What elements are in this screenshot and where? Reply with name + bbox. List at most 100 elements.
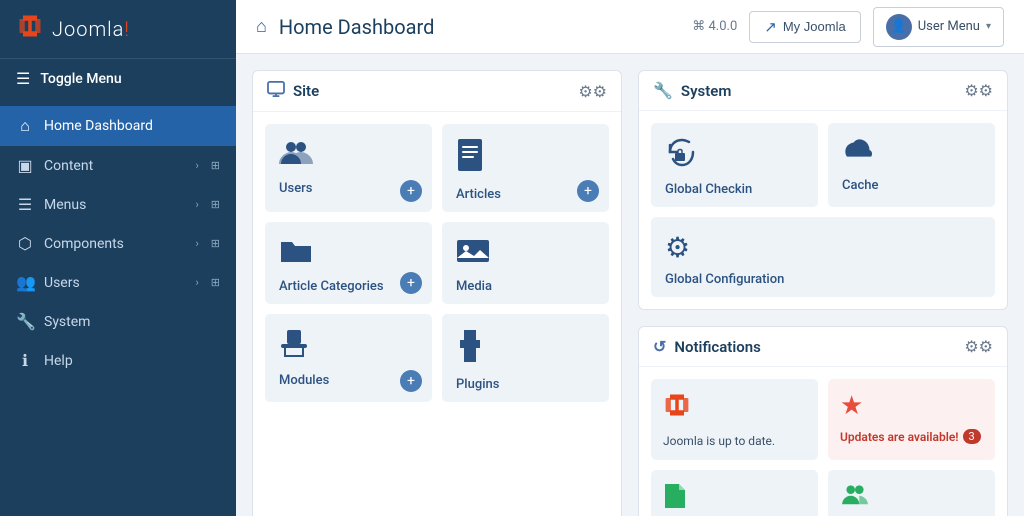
sidebar-item-label: Users <box>44 275 185 291</box>
users-tile-label: Users <box>279 181 312 196</box>
help-icon: ℹ <box>16 351 34 370</box>
notifications-panel-settings-icon[interactable]: ⚙⚙ <box>964 337 993 356</box>
users-tile-add-button[interactable]: + <box>400 180 422 202</box>
system-panel-title: 🔧 System <box>653 81 731 100</box>
plugins-tile-label: Plugins <box>456 377 499 392</box>
home-icon: ⌂ <box>16 116 34 136</box>
system-panel: 🔧 System ⚙⚙ Global Checkin <box>638 70 1008 310</box>
global-checkin-tile[interactable]: Global Checkin <box>651 123 818 207</box>
sidebar: Joomla! ☰ Toggle Menu ⌂ Home Dashboard ▣… <box>0 0 236 516</box>
arrow-icon: › <box>195 159 198 172</box>
logo: Joomla! <box>0 0 236 59</box>
sidebar-item-label: Content <box>44 158 185 174</box>
global-checkin-icon <box>665 137 695 174</box>
arrow-icon: › <box>195 198 198 211</box>
users-icon: 👥 <box>16 273 34 292</box>
updates-available-tile: ★ Updates are available! 3 <box>828 379 995 460</box>
grid-icon: ⊞ <box>211 237 220 250</box>
users-privacy-icon <box>840 482 870 513</box>
media-tile-label: Media <box>456 279 492 294</box>
modules-tile[interactable]: Modules + <box>265 314 432 402</box>
sidebar-item-label: System <box>44 314 220 330</box>
my-joomla-label: My Joomla <box>783 19 846 34</box>
sidebar-item-menus[interactable]: ☰ Menus › ⊞ <box>0 185 236 224</box>
system-icon: 🔧 <box>16 312 34 331</box>
media-tile[interactable]: Media <box>442 222 609 304</box>
sidebar-item-label: Components <box>44 236 185 252</box>
global-configuration-label: Global Configuration <box>665 272 784 287</box>
components-icon: ⬡ <box>16 234 34 253</box>
right-column: 🔧 System ⚙⚙ Global Checkin <box>638 70 1008 516</box>
global-configuration-tile[interactable]: ⚙ Global Configuration <box>651 217 995 297</box>
dashboard-content: Site ⚙⚙ Users + Articles + <box>236 54 1024 516</box>
joomla-logo-icon <box>16 12 44 46</box>
article-categories-tile-add-button[interactable]: + <box>400 272 422 294</box>
articles-tile-icon <box>456 138 484 179</box>
user-menu-label: User Menu <box>918 19 980 34</box>
grid-icon: ⊞ <box>211 159 220 172</box>
site-panel-settings-icon[interactable]: ⚙⚙ <box>578 82 607 101</box>
external-link-icon: ↗ <box>764 18 777 36</box>
my-joomla-button[interactable]: ↗ My Joomla <box>749 11 860 43</box>
updates-count-badge: 3 <box>963 429 981 444</box>
sidebar-item-home-dashboard[interactable]: ⌂ Home Dashboard <box>0 106 236 146</box>
global-checkin-label: Global Checkin <box>665 182 752 197</box>
sidebar-nav: ⌂ Home Dashboard ▣ Content › ⊞ ☰ Menus ›… <box>0 98 236 516</box>
site-panel-title: Site <box>267 81 319 101</box>
updates-available-label: Updates are available! <box>840 430 959 444</box>
sidebar-item-label: Home Dashboard <box>44 118 220 134</box>
sidebar-item-help[interactable]: ℹ Help <box>0 341 236 380</box>
arrow-icon: › <box>195 276 198 289</box>
plugins-tile-icon <box>456 328 484 369</box>
article-categories-tile-label: Article Categories <box>279 279 384 294</box>
grid-icon: ⊞ <box>211 198 220 211</box>
modules-tile-add-button[interactable]: + <box>400 370 422 392</box>
toggle-menu-label: Toggle Menu <box>40 71 121 87</box>
toggle-menu-icon: ☰ <box>16 69 30 88</box>
refresh-icon: ↺ <box>653 337 666 356</box>
cache-label: Cache <box>842 178 878 193</box>
system-panel-settings-icon[interactable]: ⚙⚙ <box>964 81 993 100</box>
cache-tile[interactable]: Cache <box>828 123 995 207</box>
user-avatar: 👤 <box>886 14 912 40</box>
wrench-icon: 🔧 <box>653 81 673 100</box>
site-tiles-grid: Users + Articles + Article Categories + <box>253 112 621 414</box>
version-badge: ⌘ 4.0.0 <box>692 19 737 34</box>
sidebar-item-components[interactable]: ⬡ Components › ⊞ <box>0 224 236 263</box>
media-tile-icon <box>456 236 490 271</box>
arrow-icon: › <box>195 237 198 250</box>
joomla-uptodate-label: Joomla is up to date. <box>663 434 775 448</box>
user-menu-button[interactable]: 👤 User Menu ▾ <box>873 7 1004 47</box>
sidebar-item-system[interactable]: 🔧 System <box>0 302 236 341</box>
notifications-panel: ↺ Notifications ⚙⚙ <box>638 326 1008 516</box>
joomla-uptodate-tile: Joomla is up to date. <box>651 379 818 460</box>
content-icon: ▣ <box>16 156 34 175</box>
global-configuration-icon: ⚙ <box>665 231 690 264</box>
toggle-menu-button[interactable]: ☰ Toggle Menu <box>0 59 236 98</box>
logo-text: Joomla! <box>52 17 130 41</box>
articles-tile[interactable]: Articles + <box>442 124 609 212</box>
site-panel: Site ⚙⚙ Users + Articles + <box>252 70 622 516</box>
site-panel-header: Site ⚙⚙ <box>253 71 621 112</box>
file-icon <box>663 482 687 516</box>
modules-tile-icon <box>279 328 309 365</box>
menus-icon: ☰ <box>16 195 34 214</box>
page-title: Home Dashboard <box>279 15 680 39</box>
articles-tile-add-button[interactable]: + <box>577 180 599 202</box>
sidebar-item-users[interactable]: 👥 Users › ⊞ <box>0 263 236 302</box>
article-categories-tile[interactable]: Article Categories + <box>265 222 432 304</box>
star-icon: ★ <box>840 391 863 421</box>
article-categories-tile-icon <box>279 236 313 271</box>
main-wrapper: ⌂ Home Dashboard ⌘ 4.0.0 ↗ My Joomla 👤 U… <box>236 0 1024 516</box>
users-tile-icon <box>279 138 313 173</box>
notifications-panel-header: ↺ Notifications ⚙⚙ <box>639 327 1007 367</box>
sidebar-item-label: Menus <box>44 197 185 213</box>
grid-icon: ⊞ <box>211 276 220 289</box>
notifications-grid: Joomla is up to date. ★ Updates are avai… <box>639 367 1007 516</box>
header-home-icon: ⌂ <box>256 16 267 37</box>
plugins-tile[interactable]: Plugins <box>442 314 609 402</box>
sidebar-item-content[interactable]: ▣ Content › ⊞ <box>0 146 236 185</box>
sidebar-item-label: Help <box>44 353 220 369</box>
no-privacy-requests-tile: No urgent privacy requests. <box>828 470 995 516</box>
users-tile[interactable]: Users + <box>265 124 432 212</box>
